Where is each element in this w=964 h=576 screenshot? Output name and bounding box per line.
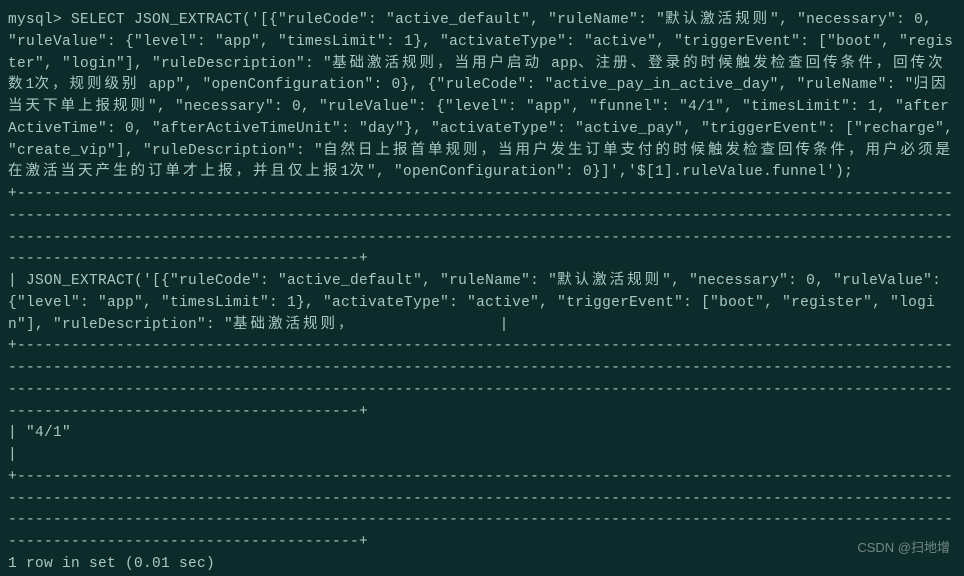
table-divider-top: +---------------------------------------… <box>8 186 953 267</box>
watermark-text: CSDN @扫地增 <box>857 538 950 558</box>
mysql-prompt: mysql> <box>8 12 71 28</box>
query-cjk-4: 次，规则级别 <box>35 77 140 93</box>
table-header-1: | JSON_EXTRACT('[{"ruleCode": "active_de… <box>8 273 557 289</box>
table-header-cjk-1: 默认激活规则 <box>557 273 662 289</box>
query-text-7: 1 <box>341 164 350 180</box>
query-footer: 1 row in set (0.01 sec) <box>8 556 215 572</box>
table-divider-bottom: +---------------------------------------… <box>8 469 953 550</box>
query-text-5: app", "openConfiguration": 0}, {"ruleCod… <box>140 77 914 93</box>
query-cjk-1: 默认激活规则 <box>665 12 770 28</box>
table-header-3: | <box>356 317 509 333</box>
query-cjk-2: 基础激活规则，当用户启动 <box>332 56 542 72</box>
table-result-row: | "4/1" <box>8 425 964 463</box>
query-text-8: ", "openConfiguration": 0}]','$[1].ruleV… <box>367 164 853 180</box>
query-text-1: SELECT JSON_EXTRACT('[{"ruleCode": "acti… <box>71 12 665 28</box>
query-text-3: app <box>542 56 578 72</box>
query-cjk-7: 次 <box>350 164 368 180</box>
terminal-output: mysql> SELECT JSON_EXTRACT('[{"ruleCode"… <box>8 10 956 576</box>
query-text-4: 1 <box>26 77 35 93</box>
table-divider-mid: +---------------------------------------… <box>8 338 953 419</box>
table-header-cjk-2: 基础激活规则， <box>233 317 356 333</box>
